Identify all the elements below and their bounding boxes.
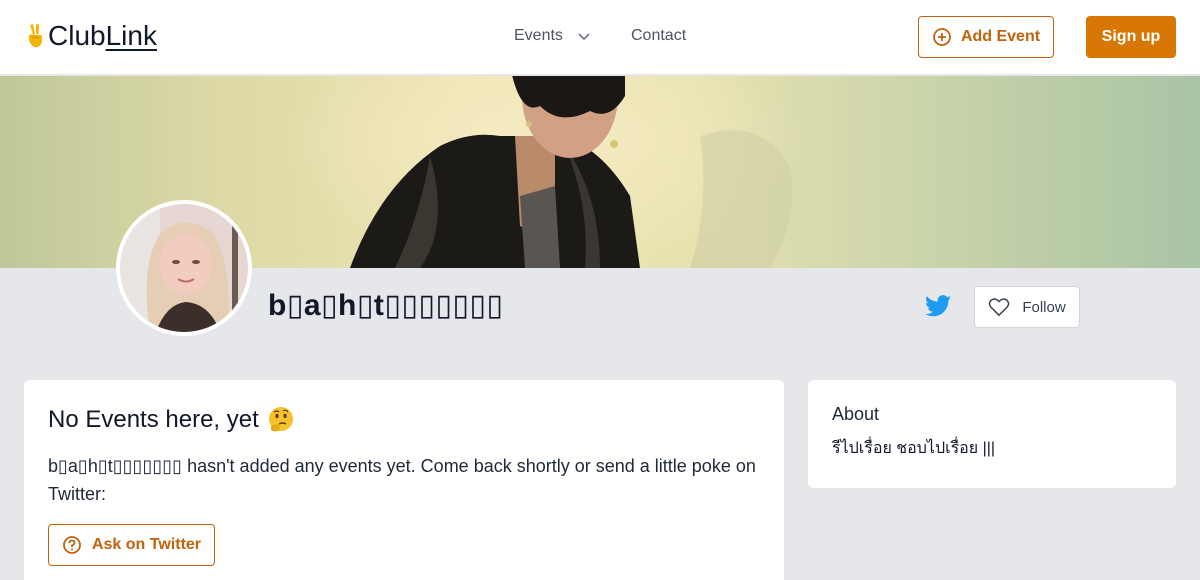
thinking-face-icon [268,407,293,432]
ask-on-twitter-label: Ask on Twitter [91,536,202,553]
plus-circle-icon [933,28,951,46]
no-events-title: No Events here, yet [48,406,295,434]
victory-hand-icon [28,24,42,48]
logo-text-club: Club [48,20,106,51]
avatar-photo [120,204,248,332]
nav-contact-link[interactable]: Contact [631,27,686,45]
add-event-button[interactable]: Add Event [918,16,1054,58]
heart-outline-icon [989,298,1010,317]
nav-events-dropdown[interactable]: Events [514,27,591,45]
no-events-message: b▯a▯h▯t▯▯▯▯▯▯▯ hasn't added any events y… [48,456,756,504]
profile-name: b▯a▯h▯t▯▯▯▯▯▯▯ [268,289,504,322]
about-card: About รีไปเรื่อย ชอบไปเรื่อย ||| [808,380,1176,488]
no-events-title-text: No Events here, yet [48,406,259,433]
nav-events-label: Events [514,27,563,44]
about-title: About [832,404,880,424]
profile-avatar [116,200,252,336]
sign-up-button[interactable]: Sign up [1086,16,1176,58]
about-text: รีไปเรื่อย ชอบไปเรื่อย ||| [832,440,996,457]
chevron-down-icon [578,33,590,41]
follow-label: Follow [1022,298,1066,316]
follow-button[interactable]: Follow [974,286,1080,328]
twitter-icon[interactable] [925,295,951,317]
ask-on-twitter-button[interactable]: Ask on Twitter [48,524,215,566]
clublink-logo[interactable]: Club Link [26,22,157,50]
logo-text-link: Link [105,20,157,51]
events-card: No Events here, yet b▯a▯h▯t▯▯▯▯▯▯▯ hasn'… [24,380,784,580]
top-navigation-bar: Club Link Events Contact Add Event Sign u… [0,0,1200,75]
add-event-label: Add Event [960,28,1041,45]
question-circle-icon [63,536,81,554]
